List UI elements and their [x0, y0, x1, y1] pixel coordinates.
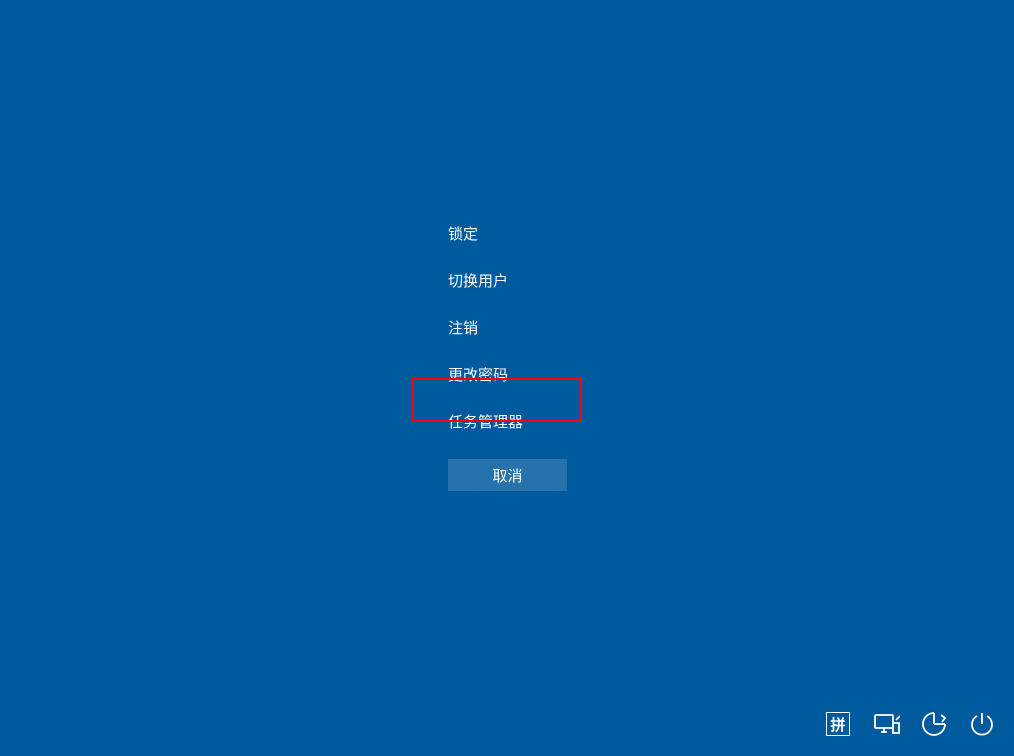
task-manager-option[interactable]: 任务管理器: [448, 398, 523, 445]
system-tray: 拼: [824, 710, 996, 738]
cancel-button[interactable]: 取消: [448, 459, 567, 491]
network-icon: [872, 712, 900, 736]
sign-out-option[interactable]: 注销: [448, 304, 523, 351]
network-button[interactable]: [872, 710, 900, 738]
power-icon: [969, 711, 995, 737]
switch-user-option[interactable]: 切换用户: [448, 257, 523, 304]
ease-of-access-icon: [921, 711, 947, 737]
ease-of-access-button[interactable]: [920, 710, 948, 738]
security-options-menu: 锁定 切换用户 注销 更改密码 任务管理器: [448, 210, 523, 445]
lock-option[interactable]: 锁定: [448, 210, 523, 257]
ime-icon: 拼: [826, 712, 850, 736]
ime-button[interactable]: 拼: [824, 710, 852, 738]
change-password-option[interactable]: 更改密码: [448, 351, 523, 398]
power-button[interactable]: [968, 710, 996, 738]
